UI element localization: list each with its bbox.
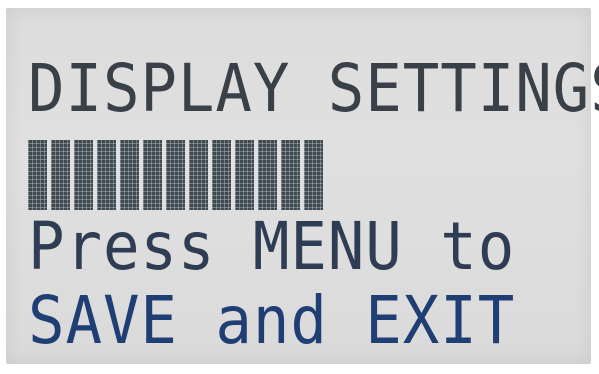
lcd-screen: DISPLAY SETTINGS Press MENU to SAVE and … xyxy=(6,8,599,364)
level-bar-segment xyxy=(304,140,323,210)
level-bar-segment xyxy=(258,140,277,210)
instruction-line-1: Press MENU to xyxy=(28,208,516,285)
level-bar-segment xyxy=(281,140,300,210)
level-bar-segment xyxy=(166,140,185,210)
instruction-line-2: SAVE and EXIT xyxy=(28,282,516,359)
lcd-frame: DISPLAY SETTINGS Press MENU to SAVE and … xyxy=(0,0,599,374)
level-bar-segment xyxy=(212,140,231,210)
level-bar xyxy=(28,140,588,210)
level-bar-segment xyxy=(120,140,139,210)
level-bar-segment xyxy=(235,140,254,210)
level-bar-segment xyxy=(97,140,116,210)
level-bar-fill xyxy=(28,140,323,210)
level-bar-segment xyxy=(143,140,162,210)
level-bar-segment xyxy=(189,140,208,210)
level-bar-segment xyxy=(28,140,47,210)
screen-title: DISPLAY SETTINGS xyxy=(28,50,599,127)
level-bar-segment xyxy=(51,140,70,210)
level-bar-segment xyxy=(74,140,93,210)
